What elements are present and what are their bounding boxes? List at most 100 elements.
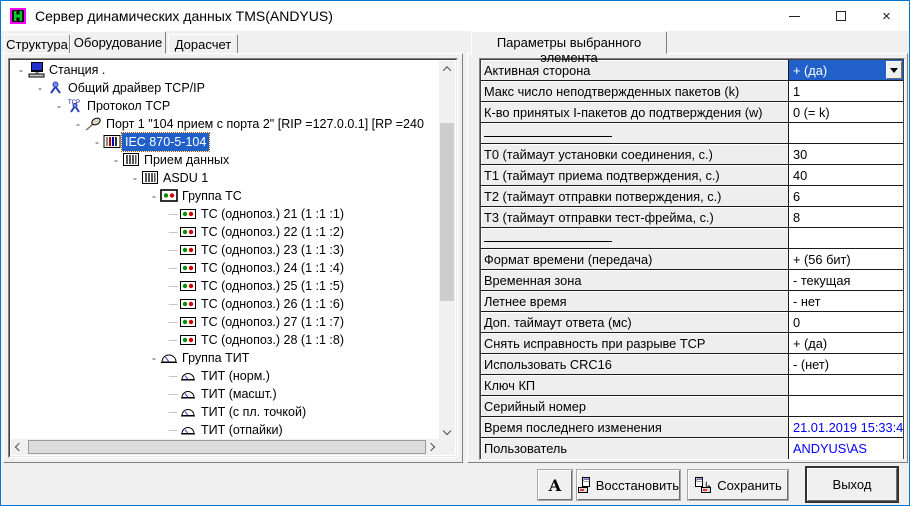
tree-client-area[interactable]: -Станция .-Общий драйвер TCP/IP-TCPПрото… <box>11 61 439 439</box>
tab-equipment[interactable]: Оборудование <box>70 31 166 54</box>
tree-collapse-toggle[interactable]: - <box>91 133 103 151</box>
tree-item[interactable]: ─ТС (однопоз.) 26 (1 :1 :6) <box>11 295 439 313</box>
tab-structure[interactable]: Структура <box>4 34 70 54</box>
prop-value[interactable] <box>789 228 903 248</box>
prop-value[interactable] <box>789 123 903 143</box>
prop-label[interactable]: Использовать CRC16 <box>481 354 789 374</box>
prop-value[interactable]: 0 (= k) <box>789 102 903 122</box>
prop-value[interactable]: + (56 бит) <box>789 249 903 269</box>
tree-item-label[interactable]: Общий драйвер TCP/IP <box>65 79 208 97</box>
prop-label[interactable]: Снять исправность при разрыве TCP <box>481 333 789 353</box>
scroll-down-button[interactable] <box>439 423 455 439</box>
tree-item-label[interactable]: Порт 1 "104 прием с порта 2" [RIP =127.0… <box>103 115 427 133</box>
vertical-scrollbar[interactable] <box>439 61 455 439</box>
tree-item-label[interactable]: Группа ТС <box>179 187 245 205</box>
tree-item-label[interactable]: ТС (однопоз.) 26 (1 :1 :6) <box>198 295 347 313</box>
scroll-left-button[interactable] <box>11 439 27 455</box>
tree-item[interactable]: ─ТИТ (масшт.) <box>11 385 439 403</box>
prop-label[interactable]: Формат времени (передача) <box>481 249 789 269</box>
prop-label[interactable]: Серийный номер <box>481 396 789 416</box>
tab-selected-element-params[interactable]: Параметры выбранного элемента <box>471 31 667 54</box>
tree-collapse-toggle[interactable]: - <box>53 97 65 115</box>
tree-item-label[interactable]: ТИТ (норм.) <box>198 367 273 385</box>
tree-item-label[interactable]: Группа ТИТ <box>179 349 252 367</box>
tree-item[interactable]: ─ТС (однопоз.) 27 (1 :1 :7) <box>11 313 439 331</box>
tree-item-label[interactable]: Станция . <box>46 61 108 79</box>
minimize-button[interactable] <box>772 1 817 31</box>
tree-item[interactable]: - ASDU 1 <box>11 169 439 187</box>
tree-item[interactable]: ─ТС (однопоз.) 24 (1 :1 :4) <box>11 259 439 277</box>
prop-value[interactable]: 0 <box>789 312 903 332</box>
tree-collapse-toggle[interactable]: - <box>34 79 46 97</box>
tree-item[interactable]: ─ТС (однопоз.) 25 (1 :1 :5) <box>11 277 439 295</box>
tree-item-label[interactable]: Прием данных <box>141 151 232 169</box>
prop-label[interactable]: Доп. таймаут ответа (мс) <box>481 312 789 332</box>
tree-item[interactable]: ─ТИТ (норм.) <box>11 367 439 385</box>
tree-item-label[interactable]: ТС (однопоз.) 25 (1 :1 :5) <box>198 277 347 295</box>
tree-collapse-toggle[interactable]: - <box>129 169 141 187</box>
tree-item[interactable]: - IEC 870-5-104 <box>11 133 439 151</box>
prop-value[interactable]: ANDYUS\AS <box>789 438 903 459</box>
prop-value[interactable]: 8 <box>789 207 903 227</box>
tree-collapse-toggle[interactable]: - <box>148 187 160 205</box>
restore-button[interactable]: ↰ Восстановить <box>577 470 680 500</box>
tree-item-label[interactable]: ASDU 1 <box>160 169 211 187</box>
prop-value[interactable] <box>789 396 903 416</box>
prop-value[interactable]: - нет <box>789 291 903 311</box>
tree-item-label[interactable]: ТС (однопоз.) 27 (1 :1 :7) <box>198 313 347 331</box>
tree-item[interactable]: ─ТС (однопоз.) 28 (1 :1 :8) <box>11 331 439 349</box>
prop-label[interactable]: Ключ КП <box>481 375 789 395</box>
prop-label[interactable] <box>481 123 789 143</box>
tree-collapse-toggle[interactable]: - <box>15 61 27 79</box>
tree-collapse-toggle[interactable]: - <box>148 349 160 367</box>
prop-value-dropdown[interactable]: + (да) <box>789 60 903 80</box>
prop-value[interactable]: - (нет) <box>789 354 903 374</box>
prop-label[interactable]: Летнее время <box>481 291 789 311</box>
maximize-button[interactable] <box>818 1 863 31</box>
tree-item-label[interactable]: Протокол TCP <box>84 97 173 115</box>
close-button[interactable]: × <box>864 1 909 31</box>
prop-value[interactable]: - текущая <box>789 270 903 290</box>
tree-item-label[interactable]: IEC 870-5-104 <box>122 133 209 151</box>
tree-item-label[interactable]: ТС (однопоз.) 24 (1 :1 :4) <box>198 259 347 277</box>
horizontal-scrollbar[interactable] <box>11 439 439 455</box>
tree-item-label[interactable]: ТИТ (масшт.) <box>198 385 280 403</box>
tab-recalc[interactable]: Дорасчет <box>168 34 238 54</box>
prop-label[interactable]: Время последнего изменения <box>481 417 789 437</box>
tree-item[interactable]: - Станция . <box>11 61 439 79</box>
prop-value[interactable]: 1 <box>789 81 903 101</box>
prop-label[interactable]: Активная сторона <box>481 60 789 80</box>
prop-value[interactable]: + (да) <box>789 333 903 353</box>
tree-item[interactable]: - Группа ТС <box>11 187 439 205</box>
prop-label[interactable]: Т2 (таймаут отправки потверждения, с.) <box>481 186 789 206</box>
scroll-right-button[interactable] <box>423 439 439 455</box>
tree-item[interactable]: - Общий драйвер TCP/IP <box>11 79 439 97</box>
prop-label[interactable]: Т0 (таймаут установки соединения, с.) <box>481 144 789 164</box>
tree-item-label[interactable]: ТС (однопоз.) 28 (1 :1 :8) <box>198 331 347 349</box>
tree-item[interactable]: ─ТС (однопоз.) 23 (1 :1 :3) <box>11 241 439 259</box>
tree-item[interactable]: -TCPПротокол TCP <box>11 97 439 115</box>
tree-item-label[interactable]: ТС (однопоз.) 21 (1 :1 :1) <box>198 205 347 223</box>
dropdown-button[interactable] <box>886 61 902 79</box>
tree-item[interactable]: ─ТИТ (с пл. точкой) <box>11 403 439 421</box>
tree-item[interactable]: - Прием данных <box>11 151 439 169</box>
prop-label[interactable] <box>481 228 789 248</box>
font-button[interactable]: A <box>538 470 572 500</box>
prop-value[interactable]: 21.01.2019 15:33:47 <box>789 417 903 437</box>
vertical-scroll-thumb[interactable] <box>440 123 454 301</box>
tree-item[interactable]: ─ТС (однопоз.) 22 (1 :1 :2) <box>11 223 439 241</box>
exit-button[interactable]: Выход <box>807 468 897 501</box>
prop-value[interactable] <box>789 375 903 395</box>
prop-value[interactable]: 30 <box>789 144 903 164</box>
tree-item-label[interactable]: ТС (однопоз.) 22 (1 :1 :2) <box>198 223 347 241</box>
prop-value[interactable]: 40 <box>789 165 903 185</box>
tree-collapse-toggle[interactable]: - <box>72 115 84 133</box>
title-bar[interactable]: Сервер динамических данных TMS(ANDYUS) × <box>1 1 909 31</box>
prop-label[interactable]: Т3 (таймаут отправки тест-фрейма, с.) <box>481 207 789 227</box>
prop-label[interactable]: Т1 (таймаут приема подтверждения, с.) <box>481 165 789 185</box>
prop-label[interactable]: К-во принятых I-пакетов до подтверждения… <box>481 102 789 122</box>
tree-item[interactable]: - Порт 1 "104 прием с порта 2" [RIP =127.… <box>11 115 439 133</box>
prop-label[interactable]: Временная зона <box>481 270 789 290</box>
tree-item-label[interactable]: ТИТ (отпайки) <box>198 421 286 439</box>
tree-collapse-toggle[interactable]: - <box>110 151 122 169</box>
